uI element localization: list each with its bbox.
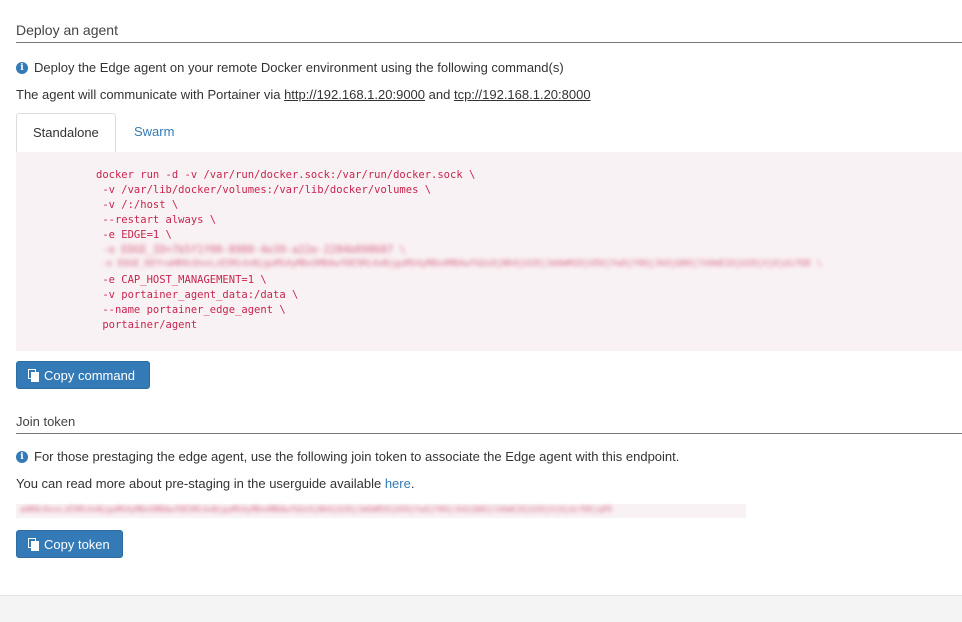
here-link[interactable]: here — [385, 476, 411, 491]
http-url-link[interactable]: http://192.168.1.20:9000 — [284, 87, 425, 102]
read-more-prefix: You can read more about pre-staging in t… — [16, 476, 385, 491]
command-line: -v /var/lib/docker/volumes:/var/lib/dock… — [96, 184, 432, 196]
command-line: --name portainer_edge_agent \ — [96, 304, 286, 316]
command-code-block: docker run -d -v /var/run/docker.sock:/v… — [16, 152, 962, 351]
copy-icon — [28, 368, 39, 382]
join-info-text: For those prestaging the edge agent, use… — [34, 449, 680, 464]
command-line-edge-key: -e EDGE_KEY=aHR0cDovLzE5Mi4xNjguMS4yMDo5… — [96, 259, 823, 269]
join-token-title: Join token — [16, 414, 962, 434]
join-token-box: aHR0cDovLzE5Mi4xNjguMS4yMDo5MDAwfDE5Mi4x… — [16, 504, 746, 518]
copy-command-button[interactable]: Copy command — [16, 361, 150, 389]
communication-line: The agent will communicate with Portaine… — [16, 87, 591, 102]
command-line: portainer/agent — [96, 319, 198, 331]
command-line: -v /:/host \ — [96, 199, 179, 211]
deploy-tabs: Standalone Swarm — [16, 113, 962, 153]
copy-icon — [28, 537, 39, 551]
info-circle-icon: i — [16, 450, 28, 463]
tab-swarm[interactable]: Swarm — [118, 113, 190, 151]
tcp-url-link[interactable]: tcp://192.168.1.20:8000 — [454, 87, 591, 102]
deploy-info: i Deploy the Edge agent on your remote D… — [16, 60, 564, 75]
copy-token-label: Copy token — [44, 536, 110, 552]
and-text: and — [425, 87, 454, 102]
copy-token-button[interactable]: Copy token — [16, 530, 123, 558]
copy-command-label: Copy command — [44, 367, 136, 383]
deploy-section-title: Deploy an agent — [16, 22, 962, 43]
deploy-info-text: Deploy the Edge agent on your remote Doc… — [34, 60, 564, 75]
info-circle-icon: i — [16, 61, 28, 74]
command-line: -v portainer_agent_data:/data \ — [96, 289, 299, 301]
join-token-value: aHR0cDovLzE5Mi4xNjguMS4yMDo5MDAwfDE5Mi4x… — [20, 505, 613, 514]
command-line: docker run -d -v /var/run/docker.sock:/v… — [96, 169, 476, 181]
command-line: --restart always \ — [96, 214, 217, 226]
read-more-line: You can read more about pre-staging in t… — [16, 476, 414, 491]
footer-bar — [0, 595, 962, 622]
read-more-suffix: . — [410, 476, 415, 491]
comm-prefix: The agent will communicate with Portaine… — [16, 87, 285, 102]
command-line-edge-id: -e EDGE_ID=7b5f1f00-8980-4e39-a22e-2284b… — [96, 244, 406, 256]
command-line: -e EDGE=1 \ — [96, 229, 172, 241]
command-line: -e CAP_HOST_MANAGEMENT=1 \ — [96, 274, 267, 286]
tab-standalone[interactable]: Standalone — [16, 113, 116, 153]
join-info: i For those prestaging the edge agent, u… — [16, 449, 679, 464]
